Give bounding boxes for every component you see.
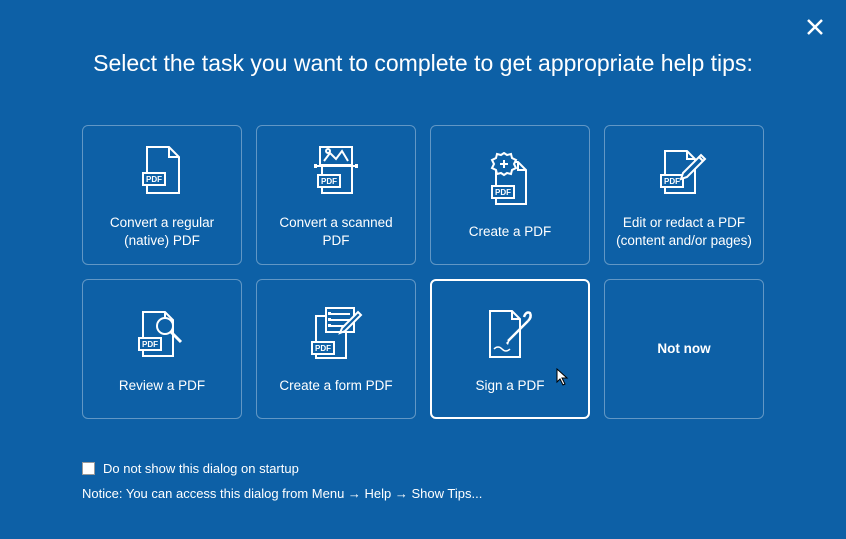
footer-notice: Notice: You can access this dialog from …	[82, 486, 482, 501]
dont-show-label[interactable]: Do not show this dialog on startup	[103, 461, 299, 476]
tile-convert-native[interactable]: PDF Convert a regular (native) PDF	[82, 125, 242, 265]
tile-label: Edit or redact a PDF (content and/or pag…	[615, 214, 753, 249]
tile-label: Create a PDF	[469, 223, 552, 241]
create-pdf-icon: PDF	[486, 149, 534, 209]
tile-label: Not now	[657, 340, 710, 358]
tile-convert-scanned[interactable]: PDF Convert a scanned PDF	[256, 125, 416, 265]
tile-form[interactable]: PDF Create a form PDF	[256, 279, 416, 419]
tile-label: Convert a scanned PDF	[267, 214, 405, 249]
dont-show-checkbox[interactable]	[82, 462, 95, 475]
tile-not-now[interactable]: Not now	[604, 279, 764, 419]
tile-label: Convert a regular (native) PDF	[93, 214, 231, 249]
task-grid: PDF Convert a regular (native) PDF PDF C…	[75, 125, 771, 419]
dialog-title: Select the task you want to complete to …	[0, 0, 846, 77]
sign-pdf-icon	[482, 303, 538, 363]
edit-pdf-icon: PDF	[659, 140, 709, 200]
tile-label: Create a form PDF	[279, 377, 392, 395]
tile-create[interactable]: PDF Create a PDF	[430, 125, 590, 265]
review-pdf-icon: PDF	[137, 303, 187, 363]
svg-text:PDF: PDF	[142, 340, 158, 349]
tile-label: Sign a PDF	[475, 377, 544, 395]
scanned-pdf-icon: PDF	[310, 140, 362, 200]
form-pdf-icon: PDF	[308, 303, 364, 363]
footer: Do not show this dialog on startup Notic…	[82, 461, 482, 501]
close-button[interactable]	[806, 18, 824, 41]
tile-edit[interactable]: PDF Edit or redact a PDF (content and/or…	[604, 125, 764, 265]
tile-review[interactable]: PDF Review a PDF	[82, 279, 242, 419]
close-icon	[806, 18, 824, 36]
pdf-file-icon: PDF	[141, 140, 183, 200]
svg-text:PDF: PDF	[495, 188, 511, 197]
svg-text:PDF: PDF	[664, 177, 680, 186]
svg-text:PDF: PDF	[146, 175, 162, 184]
tile-sign[interactable]: Sign a PDF	[430, 279, 590, 419]
svg-text:PDF: PDF	[315, 344, 331, 353]
svg-text:PDF: PDF	[321, 177, 337, 186]
tile-label: Review a PDF	[119, 377, 205, 395]
